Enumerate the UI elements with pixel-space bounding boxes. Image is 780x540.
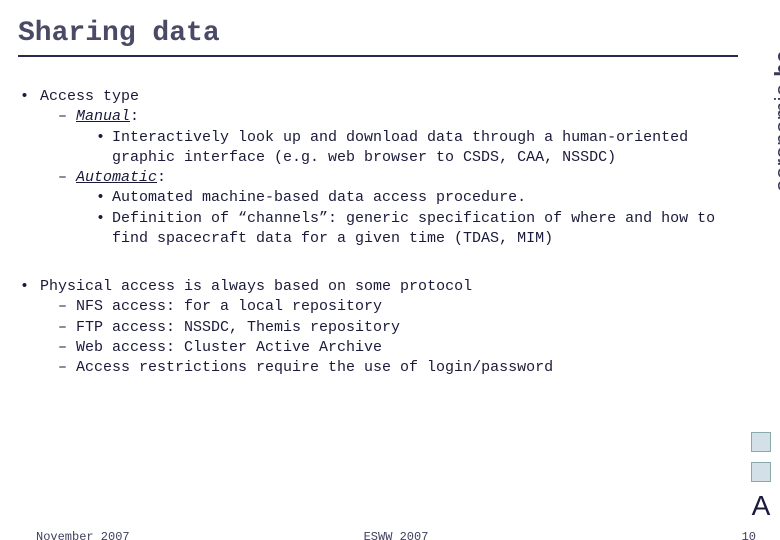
subbullet-automatic: Automatic: Automated machine-based data … <box>58 168 740 249</box>
automatic-point-1: Automated machine-based data access proc… <box>94 188 740 208</box>
bullet-group-1: Access type Manual: Interactively look u… <box>18 87 740 249</box>
brand-main: aeronomie <box>770 83 780 191</box>
title-rule <box>18 55 738 57</box>
slide: Sharing data Access type Manual: Interac… <box>18 0 740 540</box>
label-automatic: Automatic <box>76 169 157 186</box>
brand-tld: be <box>770 50 780 77</box>
brand-dot: . <box>770 77 780 84</box>
side-icons: A <box>746 432 776 520</box>
sidebar: aeronomie.be A <box>740 0 780 540</box>
subbullet-manual: Manual: Interactively look up and downlo… <box>58 107 740 168</box>
label-manual: Manual <box>76 108 130 125</box>
bullet-access-type: Access type Manual: Interactively look u… <box>18 87 740 249</box>
bullet-text: Access type <box>40 88 139 105</box>
colon: : <box>157 169 166 186</box>
bullet-physical-access: Physical access is always based on some … <box>18 277 740 378</box>
bullet-text: Physical access is always based on some … <box>40 278 472 295</box>
sublist-physical-access: NFS access: for a local repository FTP a… <box>40 297 740 378</box>
bullet-group-2: Physical access is always based on some … <box>18 277 740 378</box>
brand-logo: aeronomie.be <box>770 50 780 192</box>
footer-date: November 2007 <box>36 530 130 540</box>
list-item: Web access: Cluster Active Archive <box>58 338 740 358</box>
list-item: Access restrictions require the use of l… <box>58 358 740 378</box>
mountain-icon <box>751 462 771 482</box>
footer-event: ESWW 2007 <box>364 530 429 540</box>
manual-points: Interactively look up and download data … <box>76 128 740 169</box>
automatic-points: Automated machine-based data access proc… <box>76 188 740 249</box>
colon: : <box>130 108 139 125</box>
manual-point-1: Interactively look up and download data … <box>94 128 740 169</box>
sublist-access-type: Manual: Interactively look up and downlo… <box>40 107 740 249</box>
satellite-icon: A <box>752 492 771 520</box>
slide-content: Access type Manual: Interactively look u… <box>18 87 740 378</box>
slide-title: Sharing data <box>18 18 740 49</box>
automatic-point-2: Definition of “channels”: generic specif… <box>94 209 740 250</box>
sun-icon <box>751 432 771 452</box>
list-item: FTP access: NSSDC, Themis repository <box>58 318 740 338</box>
list-item: NFS access: for a local repository <box>58 297 740 317</box>
